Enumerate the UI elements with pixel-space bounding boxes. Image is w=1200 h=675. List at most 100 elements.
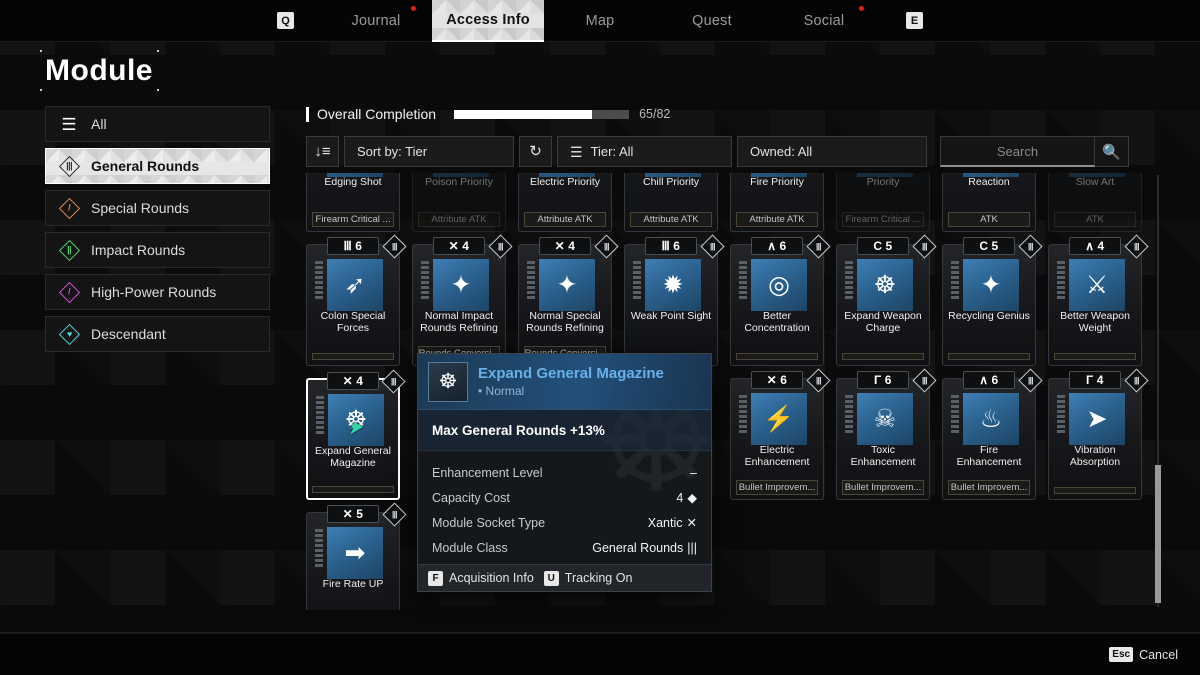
module-name: Better Weapon Weight [1049, 307, 1141, 353]
sidebar-item-general-rounds[interactable]: |||General Rounds [45, 148, 270, 184]
module-name: Weak Point Sight [625, 307, 717, 353]
module-card[interactable]: |||✦ReactionATK [942, 173, 1036, 232]
tooltip-stat-row: Module ClassGeneral Rounds||| [432, 535, 697, 560]
module-card[interactable]: ✕5|||➡Fire Rate UPFire Rate [306, 512, 400, 610]
module-footer-plate [842, 353, 924, 360]
nav-tab-social[interactable]: Social [768, 0, 880, 42]
module-card[interactable]: ✕4|||✦Normal Impact Rounds RefiningRound… [412, 244, 506, 366]
socket-glyph: ✕ [449, 239, 460, 253]
module-footer-plate [948, 353, 1030, 360]
module-name: Expand Weapon Charge [837, 307, 929, 353]
search-icon: 🔍 [1102, 143, 1121, 161]
module-artwork: ✹ [645, 259, 701, 311]
module-card[interactable]: Γ4|||➤Vibration Absorption [1048, 378, 1142, 500]
tier-pips [527, 259, 535, 299]
module-card[interactable]: |||✦PriorityFirearm Critical ... [836, 173, 930, 232]
tier-pips [316, 394, 324, 434]
nav-tab-access-info[interactable]: Access Info [432, 0, 544, 42]
sidebar-item-descendant[interactable]: ♥Descendant [45, 316, 270, 352]
search-button[interactable]: 🔍 [1095, 136, 1129, 167]
module-tag: Bullet Improvem... [948, 480, 1030, 495]
module-card[interactable]: |||✦Chill PriorityAttribute ATK [624, 173, 718, 232]
tier-filter-dropdown[interactable]: ☰ Tier: All [557, 136, 732, 167]
nav-tab-quest[interactable]: Quest [656, 0, 768, 42]
module-card[interactable]: ✕4|||✦Normal Special Rounds RefiningRoun… [518, 244, 612, 366]
module-name: Toxic Enhancement [837, 441, 929, 480]
module-artwork: ➤ [1069, 393, 1125, 445]
cancel-label: Cancel [1139, 648, 1178, 662]
tooltip-stat-row: Enhancement Level– [432, 460, 697, 485]
tier-filter-label: Tier: All [591, 144, 634, 159]
sidebar-item-label: Impact Rounds [91, 242, 185, 258]
search-box: Search 🔍 [940, 136, 1129, 167]
socket-glyph: ∧ [1085, 239, 1094, 253]
general-rounds-icon: ||| [58, 155, 80, 177]
module-name: Electric Priority [519, 173, 611, 212]
cost-value: 4 [462, 239, 469, 253]
tooltip-title: Expand General Magazine [478, 365, 664, 382]
module-footer-plate [312, 353, 394, 360]
next-tab-key[interactable]: E [906, 12, 923, 29]
reset-filters-button[interactable]: ↻ [519, 136, 552, 167]
completion-count: 65/82 [639, 107, 670, 121]
stack-icon: ☰ [58, 113, 80, 135]
tier-pips [1057, 393, 1065, 433]
cancel-action[interactable]: Esc Cancel [1109, 647, 1178, 662]
tier-pips [315, 527, 323, 567]
tier-pips [633, 259, 641, 299]
tier-pips [951, 393, 959, 433]
search-input[interactable]: Search [940, 136, 1095, 167]
module-card[interactable]: Ⅲ6|||➶Colon Special Forces [306, 244, 400, 366]
sort-direction-button[interactable]: ↓≡ [306, 136, 339, 167]
module-artwork: ✦ [539, 259, 595, 311]
grid-scrollbar-thumb[interactable] [1155, 465, 1161, 603]
module-artwork: ⚔ [1069, 259, 1125, 311]
module-name: Chill Priority [625, 173, 717, 212]
module-artwork: ☸ [857, 259, 913, 311]
module-card[interactable]: Γ6|||☠Toxic EnhancementBullet Improvem..… [836, 378, 930, 500]
module-card[interactable]: |||✦Fire PriorityAttribute ATK [730, 173, 824, 232]
sidebar-item-special-rounds[interactable]: /Special Rounds [45, 190, 270, 226]
sidebar-item-label: Descendant [91, 326, 166, 342]
module-card[interactable]: C5|||✦Recycling Genius [942, 244, 1036, 366]
module-card[interactable]: ∧6|||◎Better Concentration [730, 244, 824, 366]
esc-key: Esc [1109, 647, 1133, 662]
tooltip-action-acquisition-info[interactable]: FAcquisition Info [428, 571, 534, 586]
module-card[interactable]: Ⅲ6|||✹Weak Point Sight [624, 244, 718, 366]
cost-value: 6 [673, 239, 680, 253]
module-card[interactable]: ✕6|||⚡Electric EnhancementBullet Improve… [730, 378, 824, 500]
module-cost-badge: C5 [963, 237, 1015, 255]
nav-tab-label: Journal [352, 13, 401, 29]
nav-tab-journal[interactable]: Journal [320, 0, 432, 42]
tier-pips [845, 393, 853, 433]
sort-by-dropdown[interactable]: Sort by: Tier [344, 136, 514, 167]
module-card[interactable]: |||✦Poison PriorityAttribute ATK [412, 173, 506, 232]
module-card[interactable]: |||✦Edging ShotFirearm Critical ... [306, 173, 400, 232]
prev-tab-key[interactable]: Q [277, 12, 294, 29]
sidebar-item-impact-rounds[interactable]: ||Impact Rounds [45, 232, 270, 268]
module-artwork: ➶ [327, 259, 383, 311]
sidebar-item-label: Special Rounds [91, 200, 189, 216]
module-footer-plate [736, 353, 818, 360]
cost-value: 4 [568, 239, 575, 253]
module-card[interactable]: |||✦Electric PriorityAttribute ATK [518, 173, 612, 232]
nav-tab-label: Access Info [446, 12, 530, 28]
module-screen: Q Journal Access Info MapQuestSocial E Mod… [0, 0, 1200, 675]
owned-filter-dropdown[interactable]: Owned: All [737, 136, 927, 167]
sidebar-item-high-power-rounds[interactable]: /High-Power Rounds [45, 274, 270, 310]
sidebar-item-label: High-Power Rounds [91, 284, 216, 300]
tooltip-effect: Max General Rounds +13% [418, 410, 711, 451]
sidebar-item-all[interactable]: ☰All [45, 106, 270, 142]
nav-tab-map[interactable]: Map [544, 0, 656, 42]
module-cost-badge: Ⅲ6 [645, 237, 697, 255]
module-card[interactable]: C5|||☸Expand Weapon Charge [836, 244, 930, 366]
module-footer-plate [1054, 353, 1136, 360]
module-card[interactable]: |||✦Slow ArtATK [1048, 173, 1142, 232]
tooltip-action-tracking-on[interactable]: UTracking On [544, 571, 633, 586]
tier-pips [421, 259, 429, 299]
module-cost-badge: Γ6 [857, 371, 909, 389]
hotkey-badge: F [428, 571, 443, 586]
module-card[interactable]: ∧4|||⚔Better Weapon Weight [1048, 244, 1142, 366]
module-card[interactable]: ∧6|||♨Fire EnhancementBullet Improvem... [942, 378, 1036, 500]
module-card[interactable]: ✕4|||☸Expand General Magazine [306, 378, 400, 500]
